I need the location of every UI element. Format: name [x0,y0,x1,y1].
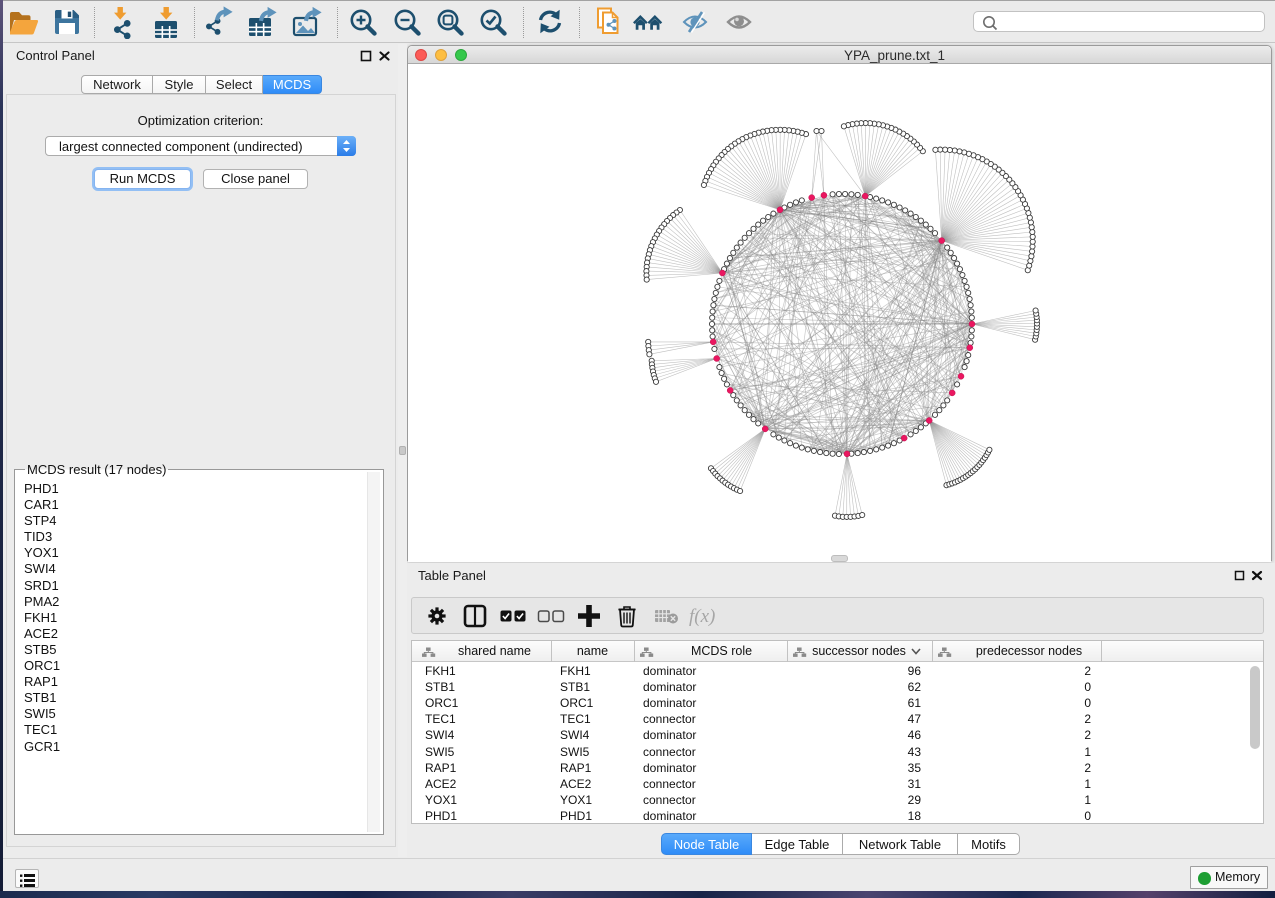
svg-text:f(x): f(x) [689,606,715,627]
